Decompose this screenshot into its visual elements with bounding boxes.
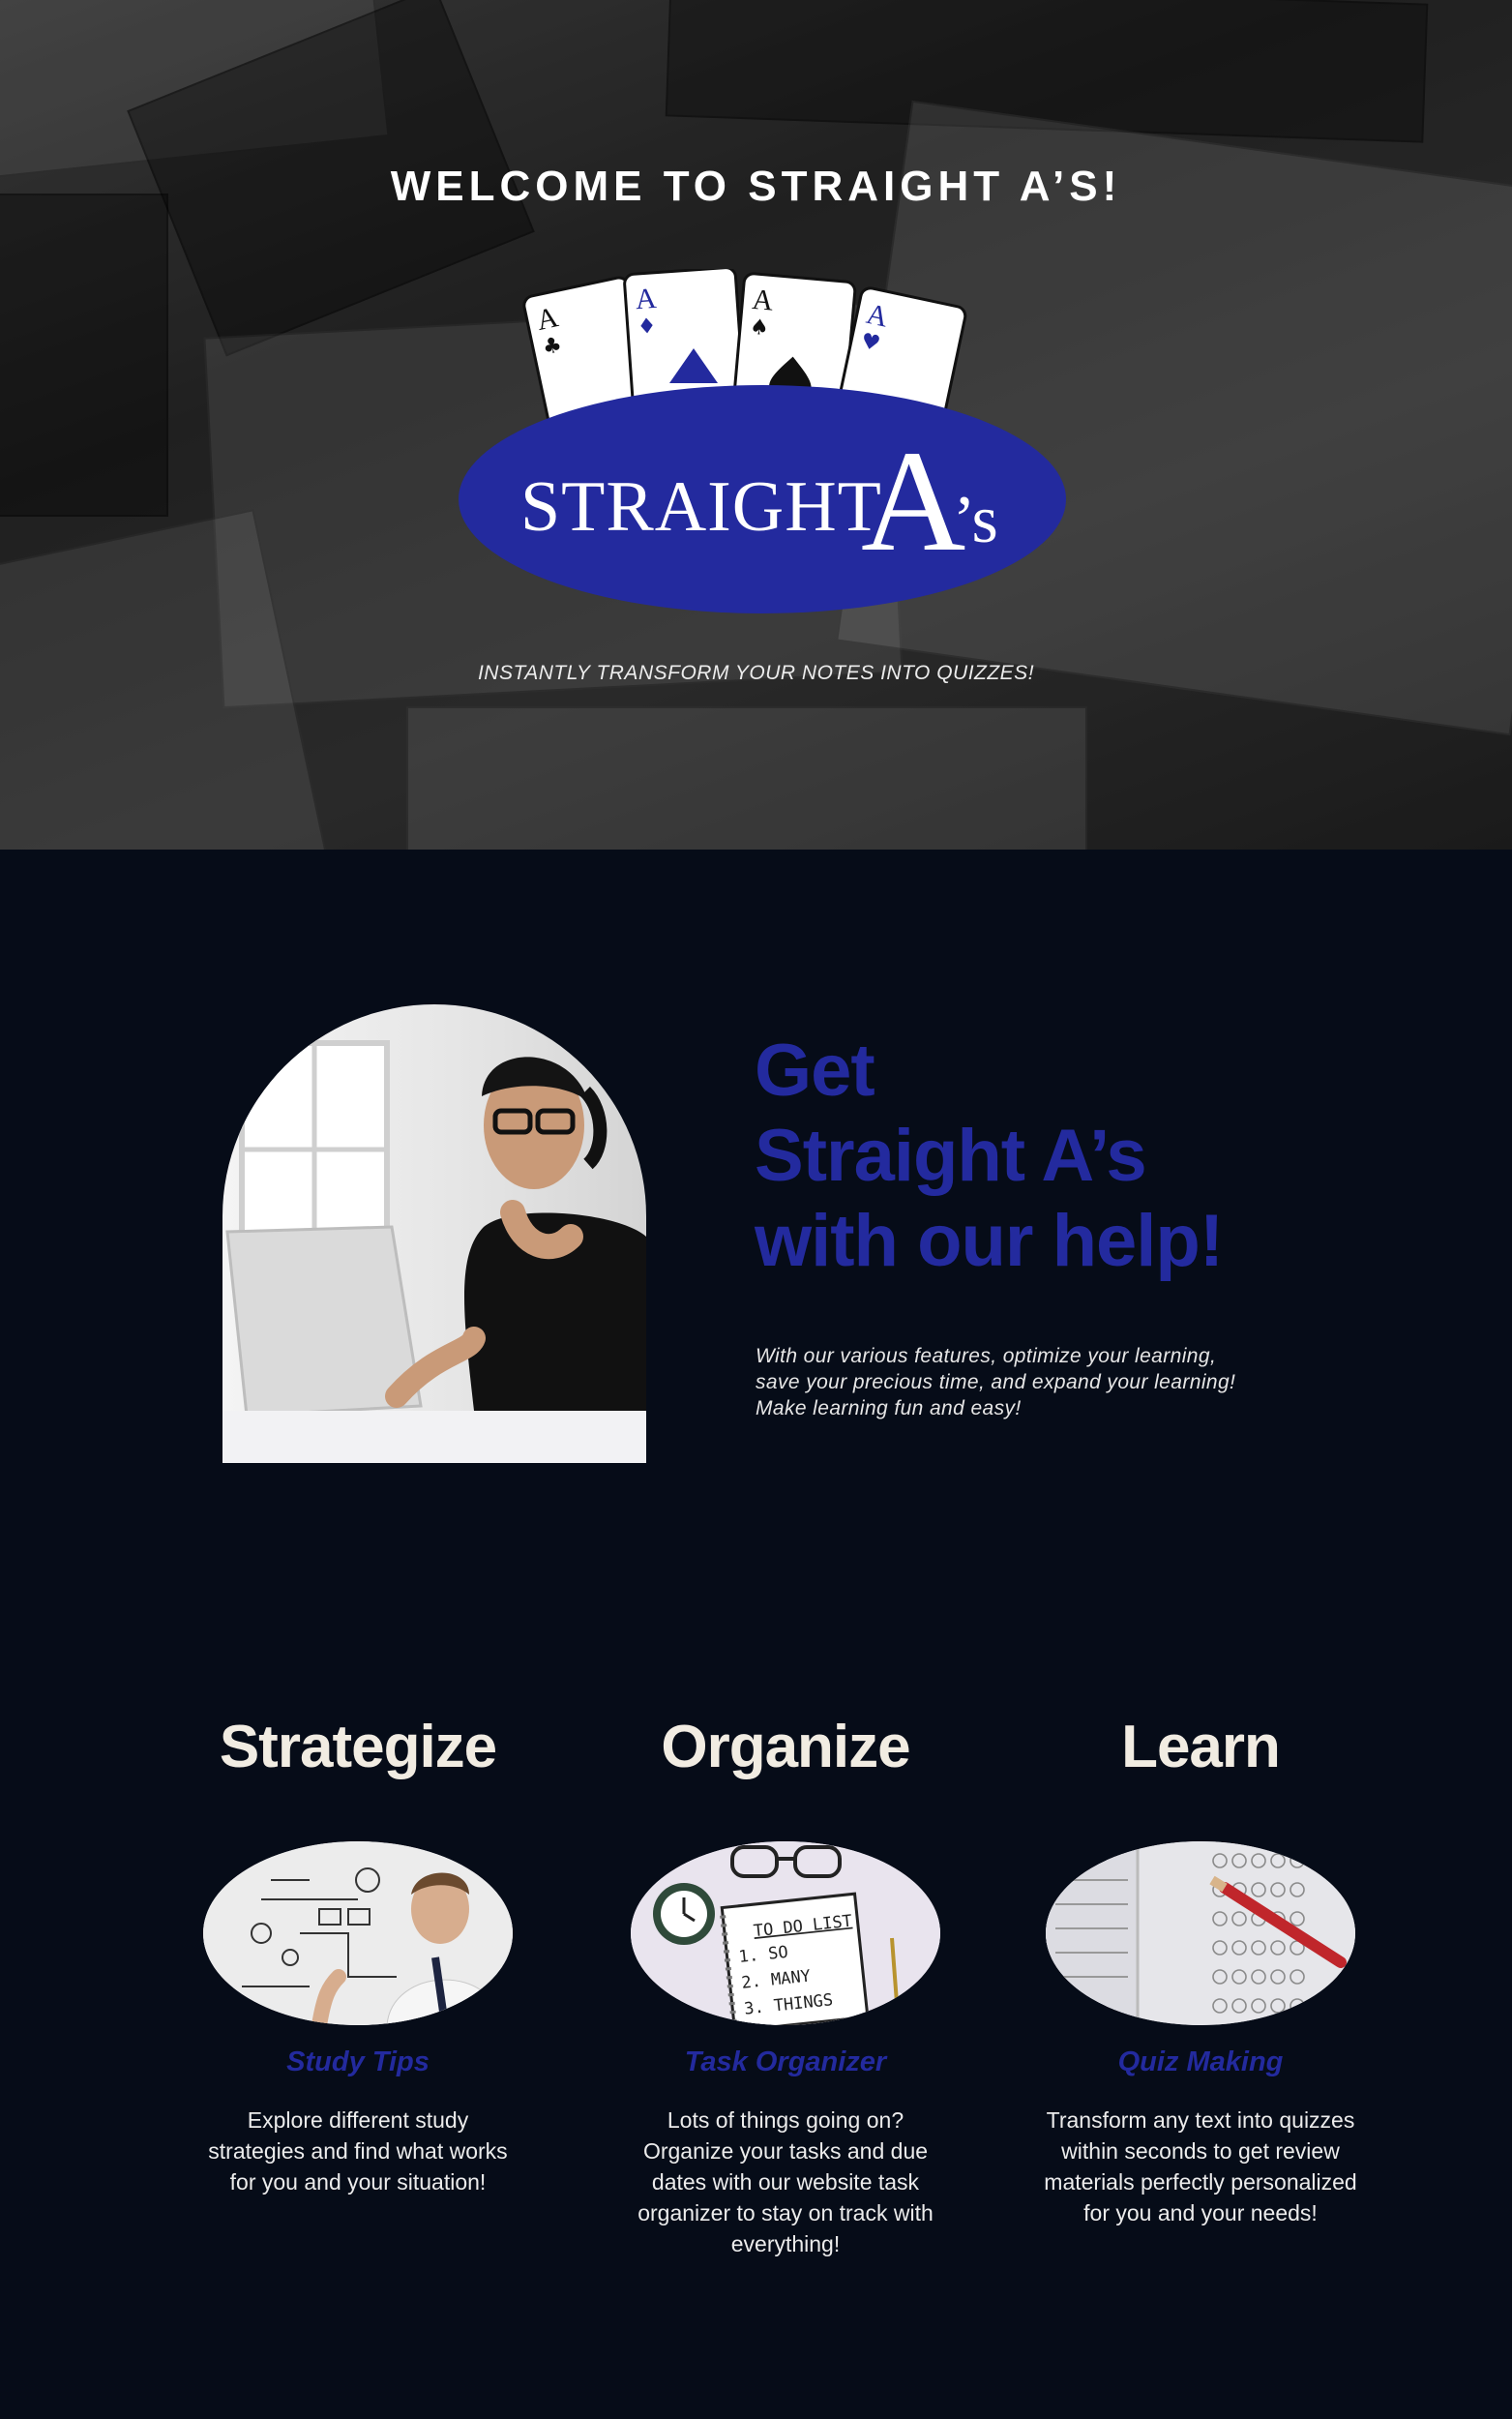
task-organizer-image: TO DO LIST 1. SO 2. MANY 3. THINGS <box>631 1841 940 2025</box>
welcome-heading: WELCOME TO STRAIGHT A’S! <box>390 163 1122 210</box>
svg-text:♦: ♦ <box>637 314 657 340</box>
feature-strategize: Strategize Study Tips Explore different … <box>164 1713 551 2195</box>
svg-text:A: A <box>635 283 658 315</box>
landing-page: WELCOME TO STRAIGHT A’S! A ♣ A ♦ A ♠ A ♥… <box>0 0 1512 2419</box>
feature-learn: Learn Quiz Making Transform any text int… <box>1007 1713 1394 2225</box>
help-intro-line: Make learning fun and easy! <box>756 1397 1022 1419</box>
help-headline: Get Straight A’s with our help! <box>755 1029 1374 1284</box>
logo-wordmark: STRAIGHT <box>520 467 882 547</box>
hero-tagline: INSTANTLY TRANSFORM YOUR NOTES INTO QUIZ… <box>477 662 1035 684</box>
feature-subtitle: Quiz Making <box>1117 2046 1284 2077</box>
study-tips-image <box>203 1841 513 2025</box>
help-intro-line: save your precious time, and expand your… <box>756 1371 1236 1393</box>
help-headline-line: Straight A’s <box>755 1115 1147 1197</box>
logo-big-a: A <box>861 421 965 582</box>
feature-title: Organize <box>661 1714 910 1780</box>
quiz-making-image <box>1046 1841 1355 2025</box>
hero-section: WELCOME TO STRAIGHT A’S! A ♣ A ♦ A ♠ A ♥… <box>0 0 1512 850</box>
feature-title: Strategize <box>219 1714 497 1780</box>
svg-text:A: A <box>751 284 775 317</box>
straight-as-logo: A ♣ A ♦ A ♠ A ♥ STRAIGHT A ’s <box>459 269 1066 613</box>
feature-subtitle: Study Tips <box>286 2046 430 2077</box>
feature-title: Learn <box>1121 1714 1281 1780</box>
svg-text:♠: ♠ <box>749 315 770 342</box>
student-laptop-photo <box>222 1004 646 1463</box>
help-intro: With our various features, optimize your… <box>756 1343 1355 1421</box>
feature-organize: Organize TO DO LIST 1. SO 2. MANY 3. THI… <box>592 1713 979 2256</box>
help-headline-line: Get <box>755 1030 875 1112</box>
feature-description: Explore different study strategies and f… <box>208 2107 508 2195</box>
help-intro-line: With our various features, optimize your… <box>756 1345 1217 1367</box>
feature-description: Lots of things going on? Organize your t… <box>637 2107 934 2256</box>
feature-description: Transform any text into quizzes within s… <box>1044 2107 1357 2225</box>
help-headline-line: with our help! <box>755 1200 1224 1282</box>
logo-suffix: ’s <box>953 483 998 557</box>
feature-subtitle: Task Organizer <box>684 2046 887 2077</box>
